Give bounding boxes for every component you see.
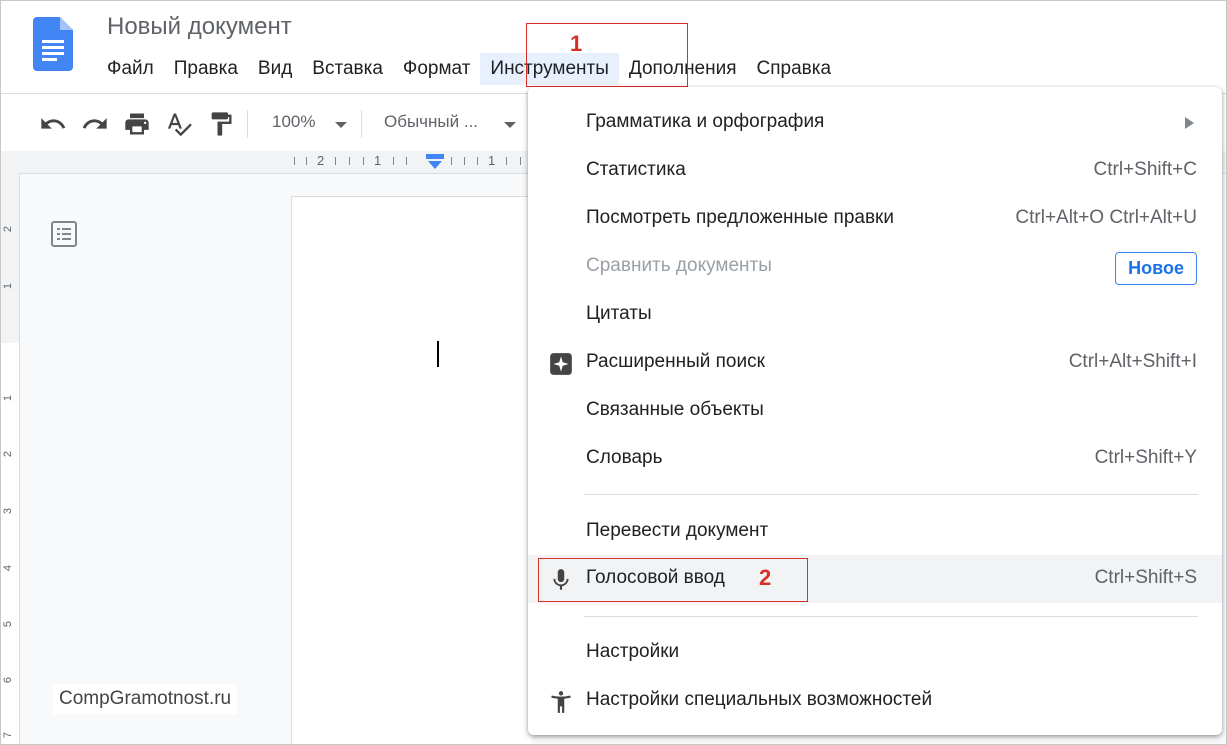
menu-edit[interactable]: Правка	[164, 53, 248, 85]
menu-item-grammar-spelling[interactable]: Грамматика и орфография	[528, 99, 1222, 147]
zoom-select[interactable]: 100%	[272, 112, 315, 132]
menu-item-label: Грамматика и орфография	[586, 111, 825, 132]
paragraph-style-select[interactable]: Обычный ...	[384, 112, 478, 132]
menu-item-explore[interactable]: Расширенный поиск Ctrl+Alt+Shift+I	[528, 339, 1222, 387]
menu-item-label: Перевести документ	[586, 520, 769, 541]
menu-item-label: Настройки специальных возможностей	[586, 689, 933, 710]
submenu-arrow-icon	[1185, 117, 1194, 129]
ruler-tick	[406, 157, 407, 165]
vertical-ruler-mark: 2	[2, 225, 15, 233]
menu-help[interactable]: Справка	[747, 53, 842, 85]
zoom-dropdown-caret-icon[interactable]	[335, 122, 347, 128]
menu-separator	[584, 494, 1198, 495]
menu-item-review-suggested-edits[interactable]: Посмотреть предложенные правки Ctrl+Alt+…	[528, 195, 1222, 243]
menu-item-accessibility-settings[interactable]: Настройки специальных возможностей	[528, 677, 1222, 725]
undo-icon[interactable]	[39, 110, 67, 138]
ruler-mark: 2	[317, 153, 325, 168]
menu-view[interactable]: Вид	[248, 53, 302, 85]
menu-item-shortcut: Ctrl+Shift+C	[1093, 159, 1197, 180]
vertical-ruler-mark: 6	[2, 676, 15, 684]
toolbar-separator	[247, 110, 248, 138]
indent-marker-icon[interactable]	[425, 153, 445, 171]
menu-item-compare-documents: Сравнить документы Новое	[528, 243, 1222, 291]
menu-format[interactable]: Формат	[393, 53, 481, 85]
annotation-box-tools	[526, 23, 688, 87]
text-cursor	[437, 341, 439, 367]
ruler-tick	[477, 157, 478, 165]
ruler-tick	[464, 157, 465, 165]
menu-file[interactable]: Файл	[97, 53, 164, 85]
new-badge: Новое	[1115, 252, 1197, 285]
style-dropdown-caret-icon[interactable]	[504, 122, 516, 128]
menu-separator	[584, 616, 1198, 617]
accessibility-icon	[551, 691, 571, 713]
annotation-number-1: 1	[570, 31, 583, 56]
menu-item-label: Словарь	[586, 447, 663, 468]
vertical-ruler-mark: 4	[2, 564, 15, 572]
menu-item-shortcut: Ctrl+Alt+Shift+I	[1068, 351, 1197, 372]
paint-format-icon[interactable]	[207, 110, 235, 138]
watermark-text: CompGramotnost.ru	[53, 684, 238, 714]
menu-item-shortcut: Ctrl+Shift+Y	[1094, 447, 1197, 468]
menu-item-label: Настройки	[586, 641, 680, 662]
document-page[interactable]	[291, 196, 532, 744]
menu-item-preferences[interactable]: Настройки	[528, 629, 1222, 677]
menu-item-translate-document[interactable]: Перевести документ	[528, 508, 1222, 556]
menu-insert[interactable]: Вставка	[302, 53, 393, 85]
ruler-tick	[451, 157, 452, 165]
menu-item-label: Посмотреть предложенные правки	[586, 207, 894, 228]
tools-menu-dropdown: Грамматика и орфография Статистика Ctrl+…	[528, 87, 1222, 735]
document-outline-icon[interactable]	[49, 219, 79, 249]
ruler-tick	[335, 157, 336, 165]
vertical-ruler-mark: 1	[2, 282, 15, 290]
menu-item-label: Цитаты	[586, 303, 652, 324]
ruler-tick	[294, 157, 295, 165]
google-docs-logo-icon[interactable]	[33, 17, 73, 71]
ruler-tick	[520, 157, 521, 165]
vertical-ruler-mark: 3	[2, 507, 15, 515]
menu-item-label: Статистика	[586, 159, 686, 180]
vertical-ruler-margin	[1, 173, 19, 343]
menubar: Файл Правка Вид Вставка Формат Инструмен…	[97, 53, 841, 85]
app-window: Новый документ Файл Правка Вид Вставка Ф…	[0, 0, 1227, 745]
ruler-mark: 1	[374, 153, 382, 168]
ruler-tick	[306, 157, 307, 165]
print-icon[interactable]	[123, 110, 151, 138]
ruler-tick	[349, 157, 350, 165]
vertical-ruler-mark: 7	[2, 731, 15, 739]
menu-item-label: Расширенный поиск	[586, 351, 765, 372]
vertical-ruler-mark: 5	[2, 620, 15, 628]
vertical-ruler-mark: 1	[2, 394, 15, 402]
ruler-tick	[363, 157, 364, 165]
document-title[interactable]: Новый документ	[107, 13, 292, 41]
ruler-tick	[506, 157, 507, 165]
toolbar-separator	[361, 110, 362, 138]
menu-item-linked-objects[interactable]: Связанные объекты	[528, 387, 1222, 435]
menu-item-citations[interactable]: Цитаты	[528, 291, 1222, 339]
ruler-tick	[393, 157, 394, 165]
annotation-number-2: 2	[759, 565, 772, 590]
menu-item-label: Связанные объекты	[586, 399, 764, 420]
spellcheck-icon[interactable]	[165, 110, 193, 138]
redo-icon[interactable]	[81, 110, 109, 138]
vertical-ruler-mark: 2	[2, 450, 15, 458]
menu-item-dictionary[interactable]: Словарь Ctrl+Shift+Y	[528, 435, 1222, 483]
ruler-mark: 1	[488, 153, 496, 168]
menu-item-word-count[interactable]: Статистика Ctrl+Shift+C	[528, 147, 1222, 195]
menu-item-shortcut: Ctrl+Shift+S	[1094, 567, 1197, 588]
menu-item-label: Сравнить документы	[586, 255, 772, 276]
menu-item-shortcut: Ctrl+Alt+O Ctrl+Alt+U	[1015, 207, 1197, 228]
explore-sparkle-icon	[550, 353, 572, 375]
